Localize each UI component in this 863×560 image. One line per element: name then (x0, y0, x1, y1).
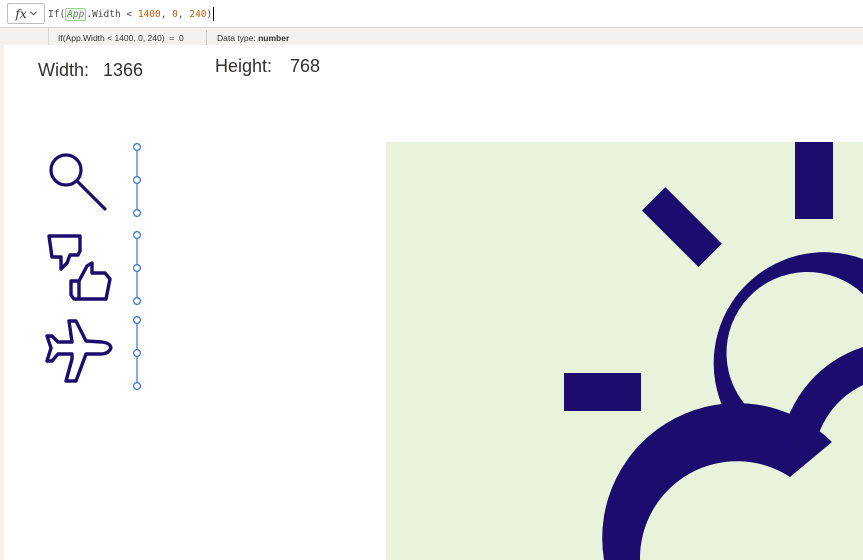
fx-button[interactable]: fx (7, 3, 45, 24)
formula-token-number: 240 (189, 8, 207, 20)
result-divider (206, 30, 207, 45)
formula-bar: fx If(App .Width < 1400, 0, 240) (0, 0, 863, 28)
formula-result-bar: If(App.Width < 1400, 0, 240) = 0 Data ty… (48, 27, 863, 47)
formula-token-property: .Width < (86, 8, 138, 20)
height-value[interactable]: 768 (290, 56, 320, 77)
app-canvas[interactable]: Width: 1366 Height: 768 (4, 45, 863, 560)
fx-label: fx (15, 6, 27, 21)
chevron-down-icon (29, 11, 37, 16)
formula-token-function: If( (48, 8, 66, 20)
data-type-value: number (258, 33, 290, 43)
weather-image[interactable] (386, 142, 863, 560)
app-root: fx If(App .Width < 1400, 0, 240) If(App.W… (0, 0, 863, 560)
width-value[interactable]: 1366 (103, 60, 143, 81)
thumbs-up-down-icon[interactable] (44, 233, 114, 303)
formula-token-separator: , (160, 8, 173, 20)
formula-data-type: Data type: number (217, 33, 289, 43)
selection-handles[interactable] (130, 142, 144, 392)
airplane-icon[interactable] (42, 317, 114, 389)
text-caret (213, 7, 215, 21)
formula-result-expression: If(App.Width < 1400, 0, 240) = 0 (58, 33, 184, 43)
data-type-label: Data type: (217, 33, 259, 43)
formula-input[interactable]: If(App .Width < 1400, 0, 240) (48, 4, 215, 24)
height-label[interactable]: Height: (215, 56, 272, 77)
formula-token-close: ) (206, 8, 213, 20)
search-icon[interactable] (46, 147, 112, 213)
formula-token-separator: , (177, 8, 190, 20)
formula-token-app: App (65, 7, 87, 21)
formula-token-number: 1400 (137, 8, 161, 20)
partly-sunny-icon (564, 142, 863, 560)
width-label[interactable]: Width: (38, 60, 89, 81)
